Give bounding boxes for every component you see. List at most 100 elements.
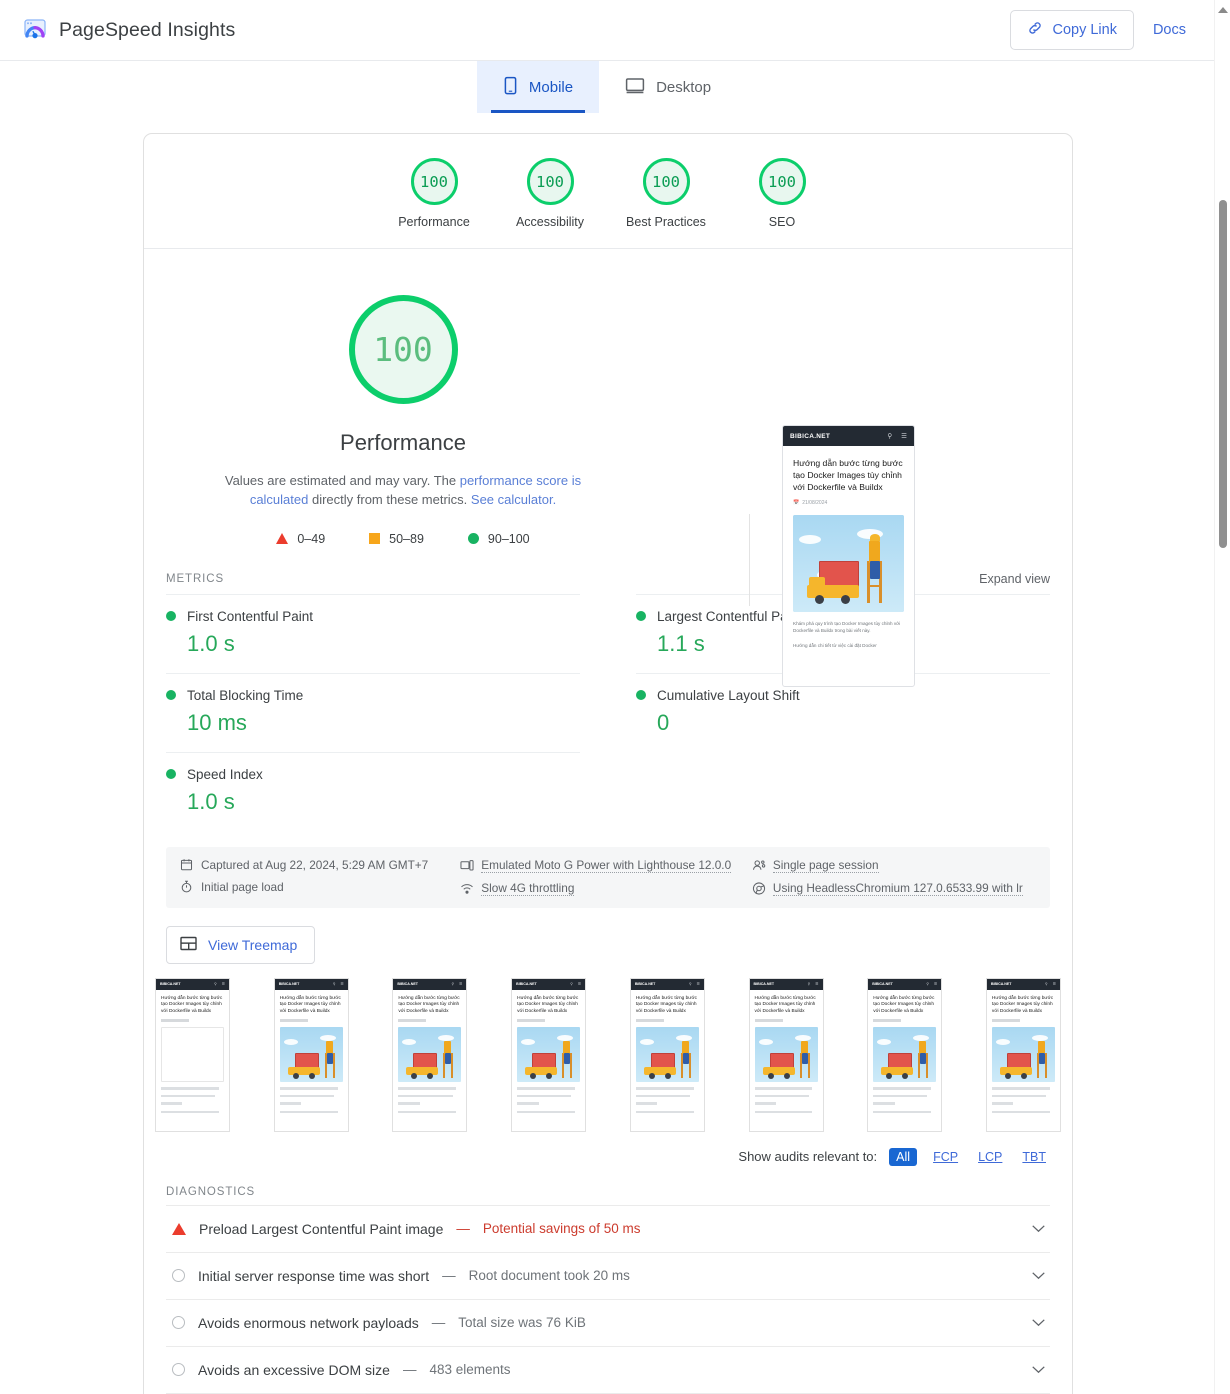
filmstrip-frame[interactable]: BIBICA.NET ⚲ ☰ Hướng dẫn bước từng bước t… [273, 977, 349, 1132]
category-label: Best Practices [626, 215, 706, 229]
search-icon: ⚲ [451, 982, 455, 987]
filmstrip-frame[interactable]: BIBICA.NET ⚲ ☰ Hướng dẫn bước từng bước t… [867, 977, 943, 1132]
score-ring: 100 [758, 158, 806, 205]
note-text-mid: directly from these metrics. [308, 491, 471, 507]
treemap-section: View Treemap [144, 908, 1072, 964]
env-text: Emulated Moto G Power with Lighthouse 12… [481, 857, 732, 873]
metric-total-blocking-time[interactable]: Total Blocking Time 10 ms [166, 672, 580, 752]
filmstrip-frame[interactable]: BIBICA.NET ⚲ ☰ Hướng dẫn bước từng bước t… [392, 977, 468, 1132]
see-calculator-link[interactable]: See calculator. [471, 492, 556, 507]
site-name: BIBICA.NET [872, 982, 893, 987]
scrollbar-thumb[interactable] [1219, 200, 1227, 548]
site-name: BIBICA.NET [790, 432, 831, 440]
filmstrip-frame[interactable]: BIBICA.NET ⚲ ☰ Hướng dẫn bước từng bước t… [748, 977, 824, 1132]
search-icon: ⚲ [214, 982, 217, 987]
metric-value: 1.0 s [187, 788, 235, 814]
search-icon: ⚲ [887, 433, 893, 440]
metric-value: 10 ms [187, 709, 247, 735]
env-browser[interactable]: Using HeadlessChromium 127.0.6533.99 wit… [752, 881, 1036, 896]
screenshot-filmstrip: BIBICA.NET ⚲ ☰ Hướng dẫn bước từng bước t… [144, 964, 1072, 1132]
audit-filter-tbt[interactable]: TBT [1018, 1148, 1050, 1166]
chevron-down-icon[interactable] [1031, 1361, 1046, 1379]
env-text: Slow 4G throttling [481, 880, 575, 896]
chevron-down-icon[interactable] [1031, 1267, 1046, 1285]
metric-speed-index[interactable]: Speed Index 1.0 s [166, 751, 580, 831]
site-name: BIBICA.NET [397, 982, 418, 987]
filmstrip-frame[interactable]: BIBICA.NET ⚲ ☰ Hướng dẫn bước từng bước t… [155, 977, 230, 1132]
page-scrollbar[interactable] [1214, 0, 1230, 1394]
metric-name: Largest Contentful Paint [657, 608, 802, 624]
article-paragraph-1: Khám phá quy trình tạo Docker Images tùy… [793, 620, 901, 634]
filmstrip-frame[interactable]: BIBICA.NET ⚲ ☰ Hướng dẫn bước từng bước t… [985, 977, 1061, 1132]
category-score-performance[interactable]: 100 Performance [376, 158, 492, 229]
copy-link-label: Copy Link [1052, 22, 1117, 38]
diagnostic-title: Avoids enormous network payloads [198, 1314, 419, 1331]
tab-mobile[interactable]: Mobile [476, 61, 600, 113]
category-score-best-practices[interactable]: 100 Best Practices [608, 158, 724, 229]
audit-filter-label: Show audits relevant to: [738, 1149, 878, 1165]
calendar-icon [180, 858, 193, 871]
users-icon [752, 859, 766, 872]
frame-headline: Hướng dẫn bước từng bước tạo Docker Imag… [517, 995, 579, 1015]
chevron-down-icon[interactable] [1031, 1220, 1046, 1238]
site-topbar: BIBICA.NET ⚲ ☰ [783, 426, 914, 446]
square-icon [369, 533, 381, 545]
diagnostic-row-initial-server-response-time[interactable]: Initial server response time was short —… [166, 1251, 1050, 1299]
frame-date-placeholder [398, 1019, 427, 1023]
final-screenshot: BIBICA.NET ⚲ ☰ Hướng dẫn bước từng bước … [782, 425, 915, 687]
site-name: BIBICA.NET [516, 982, 537, 987]
metric-value: 0 [657, 709, 670, 735]
category-score-seo[interactable]: 100 SEO [724, 158, 840, 229]
frame-illustration [991, 1027, 1055, 1083]
frame-date-placeholder [873, 1019, 902, 1023]
tab-desktop[interactable]: Desktop [599, 61, 737, 113]
device-icon [460, 859, 474, 872]
hamburger-menu-icon: ☰ [221, 982, 225, 987]
brand[interactable]: PageSpeed Insights [0, 17, 235, 43]
audit-filter-lcp[interactable]: LCP [974, 1148, 1006, 1166]
filmstrip-frame[interactable]: BIBICA.NET ⚲ ☰ Hướng dẫn bước từng bước t… [511, 977, 587, 1132]
category-label: Performance [398, 215, 470, 229]
category-score-accessibility[interactable]: 100 Accessibility [492, 158, 608, 229]
chevron-down-icon[interactable] [1031, 1314, 1046, 1332]
diagnostic-dash: — [402, 1362, 417, 1378]
env-session[interactable]: Single page session [752, 858, 1036, 873]
expand-view-button[interactable]: Expand view [979, 572, 1050, 586]
view-treemap-button[interactable]: View Treemap [166, 925, 316, 964]
diagnostic-row-preload-lcp-image[interactable]: Preload Largest Contentful Paint image —… [166, 1204, 1050, 1252]
performance-title: Performance [340, 430, 466, 455]
metrics-grid: First Contentful Paint 1.0 s Total Block… [144, 593, 1072, 845]
performance-note: Values are estimated and may vary. The p… [208, 472, 598, 510]
status-dot [636, 690, 646, 701]
tab-mobile-label: Mobile [528, 78, 574, 96]
calendar-icon: 📅 [793, 499, 800, 506]
env-emulated-device[interactable]: Emulated Moto G Power with Lighthouse 12… [460, 858, 752, 873]
hamburger-menu-icon: ☰ [340, 982, 344, 987]
copy-link-button[interactable]: Copy Link [1010, 10, 1134, 50]
diagnostic-title: Initial server response time was short [198, 1267, 430, 1284]
status-dot [166, 611, 176, 622]
report-card: 100 Performance 100 Accessibility 100 Be… [143, 133, 1073, 1394]
site-article: Hướng dẫn bước từng bước tạo Docker Imag… [783, 446, 914, 650]
frame-headline: Hướng dẫn bước từng bước tạo Docker Imag… [754, 995, 816, 1015]
metric-first-contentful-paint[interactable]: First Contentful Paint 1.0 s [166, 593, 580, 673]
info-circle-icon [172, 1316, 185, 1330]
audit-filter-all[interactable]: All [889, 1147, 918, 1166]
environment-bar: Captured at Aug 22, 2024, 5:29 AM GMT+7 … [166, 846, 1050, 908]
filmstrip-frame[interactable]: BIBICA.NET ⚲ ☰ Hướng dẫn bước từng bước t… [629, 977, 705, 1132]
hamburger-menu-icon: ☰ [696, 982, 700, 987]
device-tabs: Mobile Desktop [0, 61, 1214, 113]
metric-name: Total Blocking Time [187, 687, 304, 703]
env-throttling[interactable]: Slow 4G throttling [460, 881, 752, 896]
docs-link[interactable]: Docs [1147, 22, 1192, 38]
audit-filter-row: Show audits relevant to: All FCP LCP TBT [144, 1132, 1072, 1166]
diagnostic-row-avoids-excessive-dom-size[interactable]: Avoids an excessive DOM size — 483 eleme… [166, 1345, 1050, 1393]
diagnostic-detail: Root document took 20 ms [468, 1268, 630, 1284]
pagespeed-insights-page: PageSpeed Insights Copy Link Docs Mobile… [0, 0, 1230, 1394]
metrics-header: METRICS Expand view [144, 554, 1072, 594]
diagnostic-row-avoids-enormous-network-payloads[interactable]: Avoids enormous network payloads — Total… [166, 1298, 1050, 1346]
scroll-up-arrow-icon[interactable] [1218, 7, 1228, 13]
info-circle-icon [172, 1269, 185, 1283]
audit-filter-fcp[interactable]: FCP [929, 1148, 962, 1166]
environment-column-1: Captured at Aug 22, 2024, 5:29 AM GMT+7 … [180, 858, 460, 896]
